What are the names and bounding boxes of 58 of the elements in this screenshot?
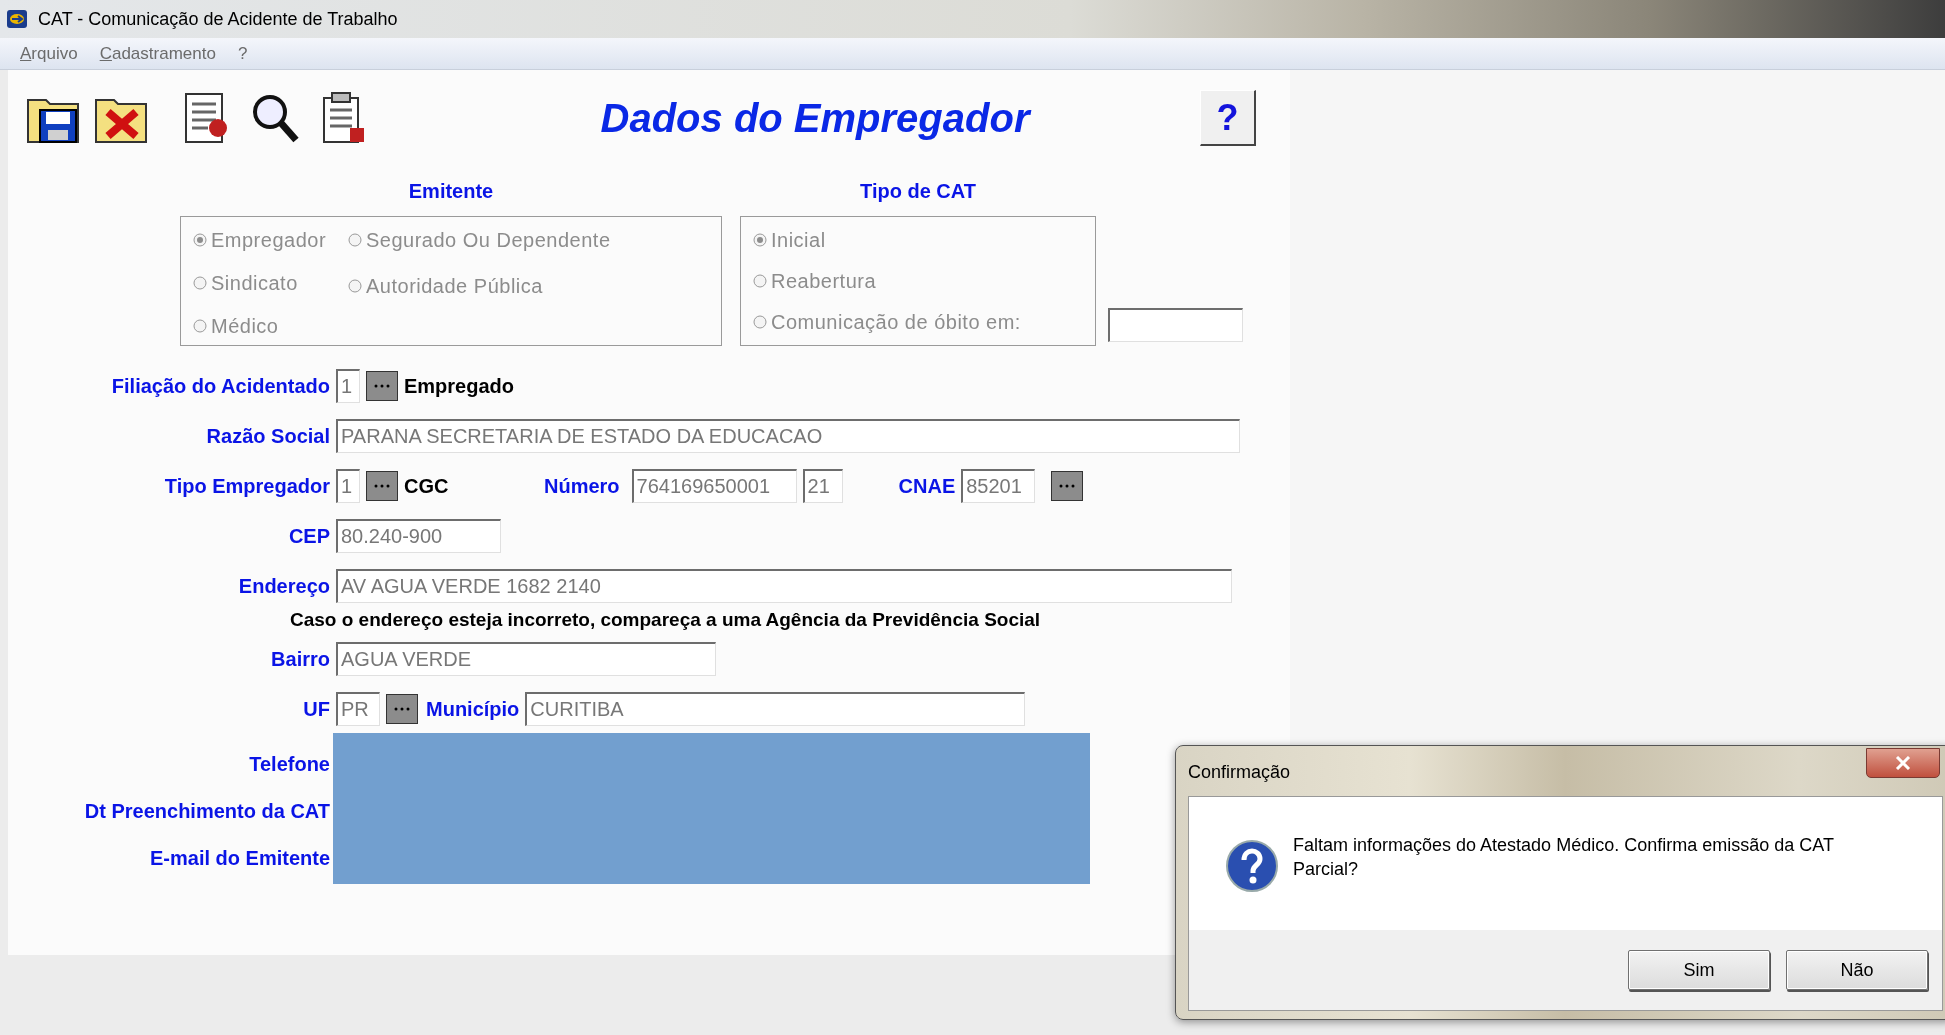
ellipsis-icon	[1059, 484, 1076, 488]
date-field[interactable]	[1108, 308, 1243, 342]
menu-item[interactable]: Cadastramento	[99, 40, 216, 67]
menu-item[interactable]: Arquivo	[20, 40, 78, 67]
input-field[interactable]: 85201	[961, 469, 1036, 503]
field-label: Bairro	[271, 647, 330, 670]
ellipsis-icon	[374, 484, 390, 488]
radio-label: Sindicato	[211, 271, 298, 296]
field-label: Endereço	[238, 575, 330, 597]
group-title: Tipo de CAT	[860, 180, 976, 202]
code-field[interactable]: 1	[336, 469, 360, 503]
address-note: Caso o endereço esteja incorreto, compareça a uma Agência da Previdência Social	[290, 609, 1041, 630]
dialog-title: Confirmação	[1188, 761, 1291, 784]
input-field[interactable]: 80.240-900	[336, 519, 501, 553]
field-label: Dt Preenchimento da CAT	[84, 800, 330, 822]
input-field[interactable]: 21	[802, 469, 843, 503]
field-label: Número	[544, 474, 620, 499]
field-label: CNAE	[898, 474, 956, 499]
radio-label: Médico	[211, 314, 279, 339]
field-label: Tipo Empregador	[164, 475, 330, 497]
field-label: CEP	[288, 525, 330, 547]
radio-label: Reabertura	[771, 269, 877, 294]
field-description: Empregado	[404, 374, 515, 399]
close-button[interactable]	[1866, 748, 1940, 778]
close-icon	[1895, 756, 1911, 770]
code-field[interactable]: PR	[336, 691, 380, 726]
field-label: Filiação do Acidentado	[111, 375, 330, 397]
field-label: Razão Social	[206, 425, 330, 447]
app-icon	[6, 8, 28, 30]
input-field[interactable]: CURITIBA	[525, 691, 1026, 726]
browse-button[interactable]	[386, 693, 418, 724]
field-label: E-mail do Emitente	[149, 847, 330, 869]
browse-button[interactable]	[1051, 471, 1084, 501]
radio-label: Segurado Ou Dependente	[366, 228, 611, 253]
ellipsis-icon	[394, 706, 410, 711]
field-label: UF	[303, 697, 330, 720]
radio-label: Empregador	[211, 228, 327, 253]
dialog-button[interactable]: Não	[1786, 950, 1928, 990]
field-label: Telefone	[249, 753, 330, 775]
code-field[interactable]: 1	[336, 369, 360, 403]
input-field[interactable]: AV AGUA VERDE 1682 2140	[336, 569, 1232, 603]
dialog-message: Faltam informações do Atestado Médico. Confirma emissão da CAT Parcial?	[1293, 834, 1835, 881]
radio-label: Autoridade Pública	[366, 274, 543, 299]
field-label: Município	[426, 696, 520, 722]
input-field[interactable]: 764169650001	[631, 469, 797, 503]
help-button[interactable]: ?	[1200, 90, 1256, 146]
field-description: CGC	[404, 474, 450, 499]
radio-label: Comunicação de óbito em:	[771, 309, 1021, 335]
ellipsis-icon	[374, 384, 390, 388]
window-title: CAT - Comunicação de Acidente de Trabalho	[38, 7, 398, 31]
dialog-button[interactable]: Sim	[1628, 950, 1770, 990]
page-heading: Dados do Empregador	[600, 96, 1030, 140]
input-field[interactable]: AGUA VERDE	[336, 641, 716, 676]
radio-label: Inicial	[771, 228, 826, 254]
question-icon	[1225, 839, 1279, 893]
group-title: Emitente	[408, 180, 494, 202]
input-field[interactable]: PARANA SECRETARIA DE ESTADO DA EDUCACAO	[336, 419, 1240, 453]
menu-item[interactable]: ?	[237, 40, 248, 67]
